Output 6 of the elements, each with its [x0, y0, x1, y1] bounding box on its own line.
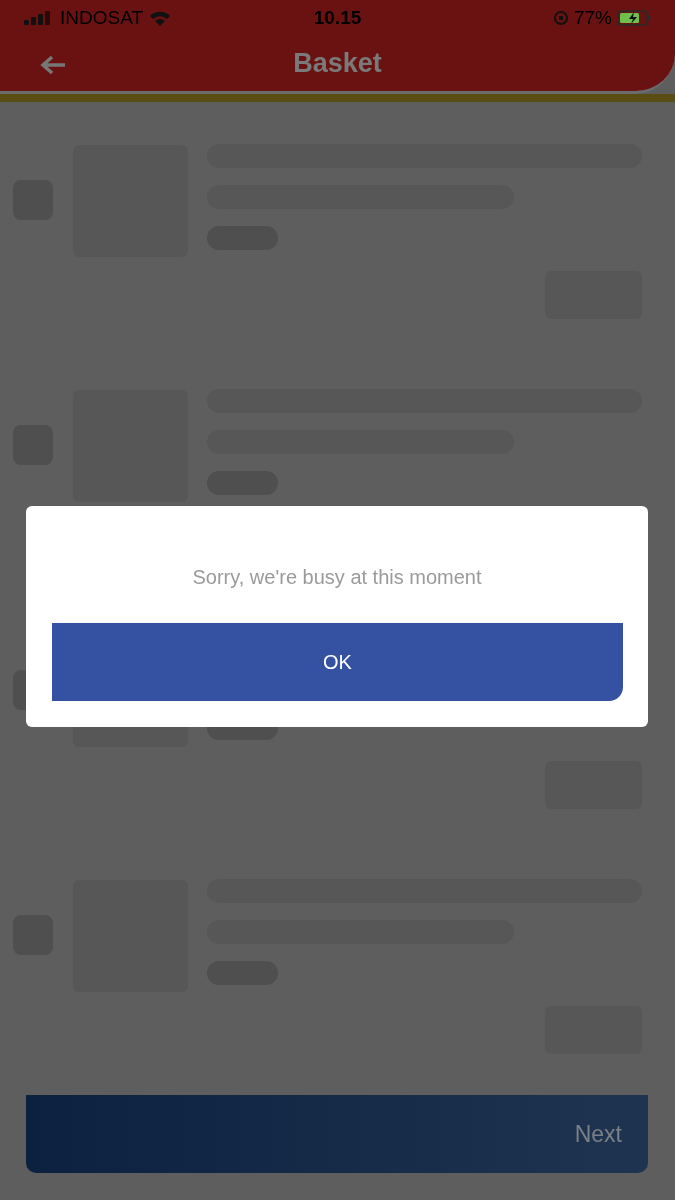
battery-percent: 77%	[574, 5, 612, 30]
carrier-name: INDOSAT	[60, 5, 144, 30]
ok-button[interactable]: OK	[52, 623, 623, 701]
dialog-message: Sorry, we're busy at this moment	[192, 565, 482, 590]
header-title: Basket	[293, 47, 382, 81]
status-time: 10.15	[313, 5, 362, 30]
